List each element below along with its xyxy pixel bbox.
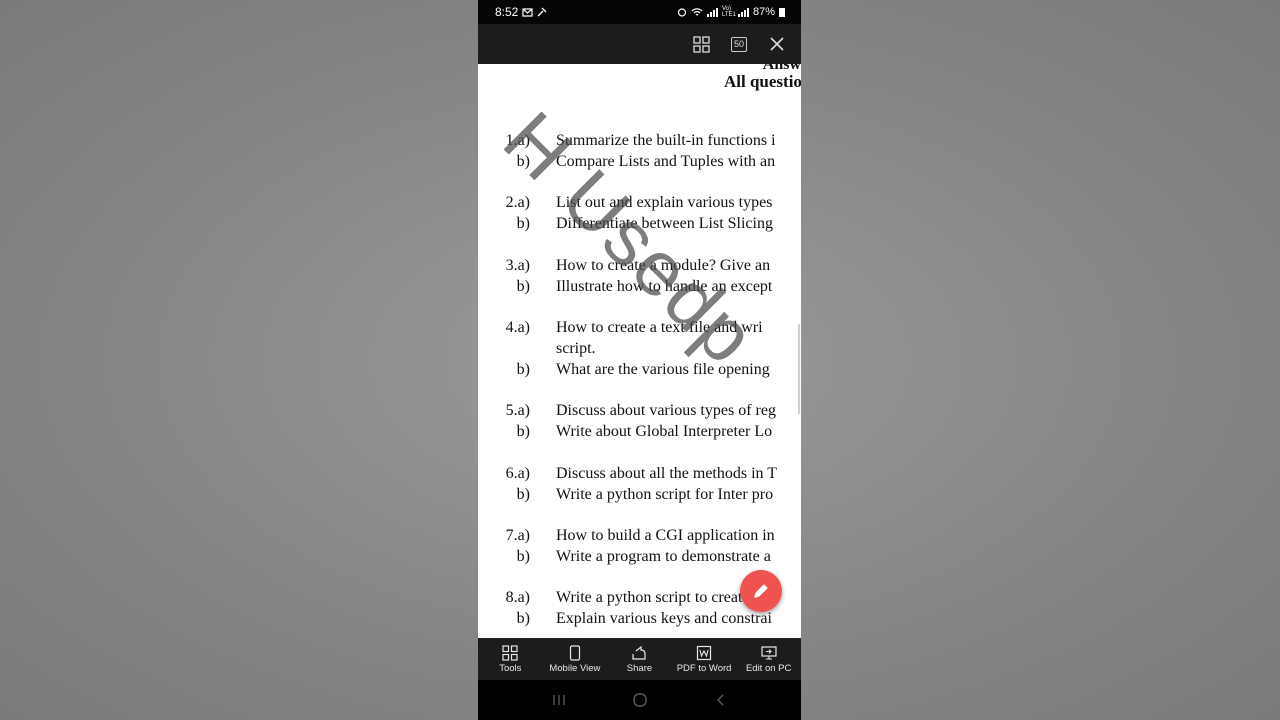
thumbnails-button[interactable]	[691, 34, 711, 54]
question-number: 1.a)	[505, 132, 530, 149]
question-text: Summarize the built-in functions i	[556, 132, 776, 149]
system-nav-bar	[478, 680, 801, 720]
question-number: b)	[516, 153, 530, 170]
status-time: 8:52	[495, 5, 519, 19]
signal-icon-2	[737, 7, 749, 17]
question-number: b)	[516, 486, 530, 503]
question-row: script.	[478, 340, 801, 361]
question-text: Discuss about all the methods in T	[556, 465, 778, 482]
mobile-view-label: Mobile View	[549, 662, 601, 674]
question-number: b)	[516, 610, 530, 627]
question-text: Write about Global Interpreter Lo	[556, 423, 773, 440]
question-text: Write a python script for Inter pro	[556, 486, 774, 503]
question-row: 2.a) List out and explain various types	[478, 194, 801, 215]
question-text: Compare Lists and Tuples with an	[556, 153, 776, 170]
share-button[interactable]: Share	[607, 645, 671, 674]
question-number: b)	[516, 278, 530, 295]
question-number: b)	[516, 215, 530, 232]
question-text: List out and explain various types	[556, 194, 773, 211]
tools-status-icon	[537, 7, 547, 17]
close-icon	[770, 37, 784, 51]
grid-icon	[692, 35, 710, 53]
question-row: b) Compare Lists and Tuples with an	[478, 153, 801, 174]
question-row: b) Illustrate how to handle an except	[478, 278, 801, 299]
wifi-icon	[691, 7, 703, 16]
question-number: 4.a)	[505, 319, 530, 336]
back-button[interactable]	[706, 685, 736, 715]
word-icon	[696, 645, 712, 660]
question-text: Illustrate how to handle an except	[556, 278, 773, 295]
question-row: 7.a) How to build a CGI application in	[478, 527, 801, 548]
question-number: b)	[516, 548, 530, 565]
question-text: Write a program to demonstrate a	[556, 548, 771, 565]
tools-button[interactable]: Tools	[478, 644, 542, 674]
question-text: How to create a module? Give an	[556, 257, 771, 274]
recent-apps-button[interactable]	[544, 685, 574, 715]
battery-icon	[779, 7, 785, 17]
question-row: b) Explain various keys and constrai	[478, 610, 801, 631]
question-text: What are the various file opening	[556, 361, 770, 378]
tools-icon	[502, 644, 518, 661]
question-number: 6.a)	[505, 465, 530, 482]
document-page[interactable]: Answ All questio 1.a) Summarize the built…	[478, 64, 801, 638]
question-text: Explain various keys and constrai	[556, 610, 772, 627]
question-number: 5.a)	[505, 402, 530, 419]
close-button[interactable]	[767, 34, 787, 54]
status-bar: 8:52 Vo) LTE1 87%	[478, 0, 801, 24]
edit-on-pc-label: Edit on PC	[745, 662, 792, 674]
alarm-icon	[677, 8, 687, 17]
back-icon	[716, 694, 724, 706]
tools-label: Tools	[499, 662, 522, 674]
recent-apps-icon	[552, 695, 565, 705]
question-text: Discuss about various types of reg	[556, 402, 776, 419]
question-text: How to create a text file and wri	[556, 319, 763, 336]
question-row: b) Write about Global Interpreter Lo	[478, 423, 801, 444]
question-number: 8.a)	[505, 589, 530, 606]
question-row: b) Write a program to demonstrate a	[478, 548, 801, 569]
edit-fab-button[interactable]	[740, 570, 782, 612]
question-row: b) What are the various file opening	[478, 361, 801, 382]
question-row: 4.a) How to create a text file and wri	[478, 319, 801, 340]
pencil-icon	[754, 584, 768, 598]
network-label: Vo) LTE1	[721, 6, 736, 18]
question-row: 5.a) Discuss about various types of reg	[478, 402, 801, 423]
mobile-icon	[569, 644, 580, 661]
mail-icon	[522, 7, 533, 17]
edit-on-pc-button[interactable]: Edit on PC	[737, 645, 801, 674]
question-row: 1.a) Summarize the built-in functions i	[478, 132, 801, 153]
question-number: b)	[516, 423, 530, 440]
question-text: How to build a CGI application in	[556, 527, 775, 544]
doc-header: All questio	[724, 72, 801, 91]
question-text: script.	[556, 340, 596, 357]
home-button[interactable]	[625, 685, 655, 715]
question-row: 6.a) Discuss about all the methods in T	[478, 465, 801, 486]
page-count-button[interactable]: 50	[729, 34, 749, 54]
pdf-to-word-button[interactable]: PDF to Word	[672, 645, 736, 674]
signal-icon	[706, 7, 718, 17]
mobile-view-button[interactable]: Mobile View	[543, 644, 607, 674]
question-number: b)	[516, 361, 530, 378]
question-text: Differentiate between List Slicing	[556, 215, 773, 232]
question-number: 2.a)	[505, 194, 530, 211]
viewer-toolbar: 50	[478, 24, 801, 64]
share-label: Share	[626, 662, 653, 674]
page-count-badge: 50	[730, 36, 747, 52]
question-row: b) Write a python script for Inter pro	[478, 486, 801, 507]
pdf-to-word-label: PDF to Word	[676, 662, 732, 674]
question-number: 7.a)	[505, 527, 530, 544]
home-icon	[632, 693, 647, 707]
bottom-toolbar: Tools Mobile View Share PDF to Word Edit…	[478, 638, 801, 680]
monitor-icon	[761, 645, 777, 660]
battery-percent: 87%	[752, 6, 775, 18]
document-scrollbar[interactable]	[798, 324, 800, 414]
question-row: b) Differentiate between List Slicing	[478, 215, 801, 236]
question-row: 3.a) How to create a module? Give an	[478, 257, 801, 278]
question-number: 3.a)	[505, 257, 530, 274]
share-icon	[632, 645, 647, 660]
phone-screen: 8:52 Vo) LTE1 87% 50 Answ All questio 1.…	[478, 0, 801, 720]
